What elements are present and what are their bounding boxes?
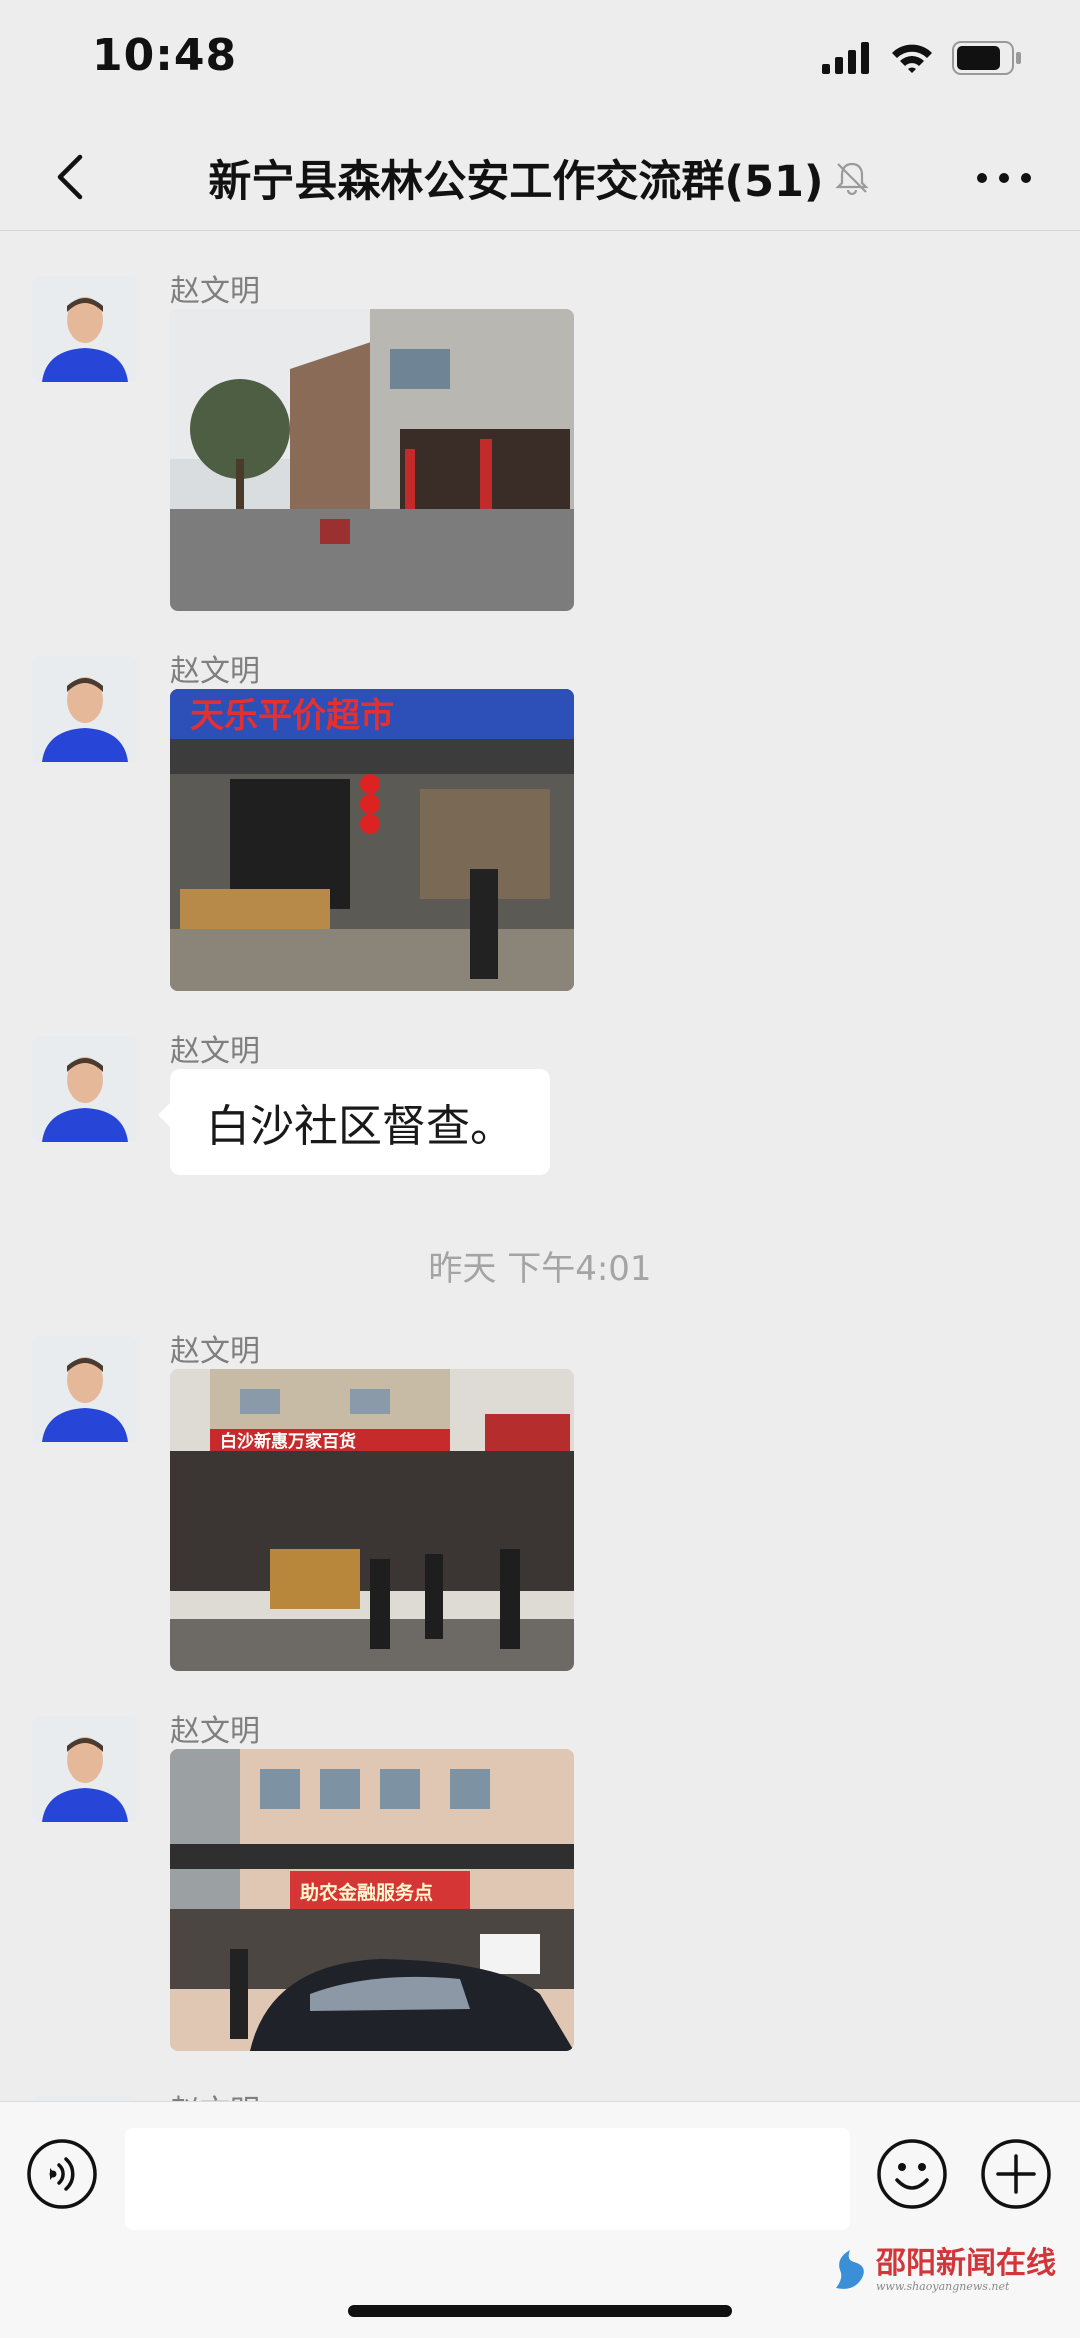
watermark-text: 邵阳新闻在线 (876, 2246, 1056, 2281)
more-functions-button[interactable] (980, 2138, 1052, 2210)
avatar[interactable] (32, 656, 138, 762)
message-input[interactable] (125, 2128, 850, 2230)
chevron-left-icon (57, 154, 83, 200)
voice-icon (27, 2139, 97, 2209)
avatar[interactable] (32, 1716, 138, 1822)
photo-sign-text: 白沙新惠万家百货 (220, 1431, 356, 1452)
sender-name: 赵文明 (170, 654, 260, 689)
message-text: 白沙社区督查。 (206, 1101, 514, 1152)
image-message[interactable] (170, 309, 574, 611)
wifi-icon (892, 44, 932, 73)
photo-sign-text: 天乐平价超市 (190, 696, 394, 736)
sender-name: 赵文明 (170, 2086, 260, 2101)
chat-title: 新宁县森林公安工作交流群(51) (208, 157, 824, 207)
watermark: 邵阳新闻在线 www.shaoyangnews.net (832, 2248, 1056, 2293)
watermark-url: www.shaoyangnews.net (876, 2280, 1010, 2293)
avatar[interactable] (32, 1336, 138, 1442)
avatar[interactable] (32, 276, 138, 382)
image-message[interactable]: 助农金融服务点 (170, 1749, 574, 2051)
back-button[interactable] (44, 147, 104, 207)
cellular-signal-icon (822, 42, 869, 74)
home-indicator[interactable] (348, 2305, 732, 2317)
more-dots-icon (977, 173, 1031, 183)
chat-header: 新宁县森林公安工作交流群(51) (0, 125, 1080, 231)
status-bar: 10:48 (0, 0, 1080, 125)
status-time: 10:48 (92, 30, 238, 81)
plus-icon (981, 2139, 1051, 2209)
input-bar: 邵阳新闻在线 www.shaoyangnews.net (0, 2101, 1080, 2338)
watermark-logo-icon (836, 2250, 864, 2289)
battery-icon (952, 41, 1021, 75)
timestamp: 昨天 下午4:01 (428, 1249, 652, 1289)
chat-messages[interactable]: 赵文明 赵文明 天乐平价超市 赵文明 白沙社区督查。 昨天 下午4:01 赵文明… (0, 231, 1080, 2101)
image-message[interactable]: 天乐平价超市 (170, 689, 574, 991)
smiley-icon (877, 2139, 947, 2209)
more-options-button[interactable] (968, 153, 1040, 203)
muted-bell-icon (834, 162, 869, 196)
sender-name: 赵文明 (170, 1034, 260, 1069)
text-message[interactable]: 白沙社区督查。 (158, 1069, 550, 1175)
image-message[interactable]: 白沙新惠万家百货 (170, 1369, 574, 1671)
sender-name: 赵文明 (170, 1714, 260, 1749)
voice-input-button[interactable] (26, 2138, 98, 2210)
avatar[interactable] (32, 1036, 138, 1142)
sender-name: 赵文明 (170, 274, 260, 309)
status-icons (822, 40, 1022, 76)
watermark-text-group: 邵阳新闻在线 www.shaoyangnews.net (876, 2246, 1056, 2294)
sender-name: 赵文明 (170, 1334, 260, 1369)
photo-sign-text: 助农金融服务点 (300, 1881, 433, 1904)
emoji-button[interactable] (876, 2138, 948, 2210)
title-wrap: 新宁县森林公安工作交流群(51) (170, 143, 910, 213)
